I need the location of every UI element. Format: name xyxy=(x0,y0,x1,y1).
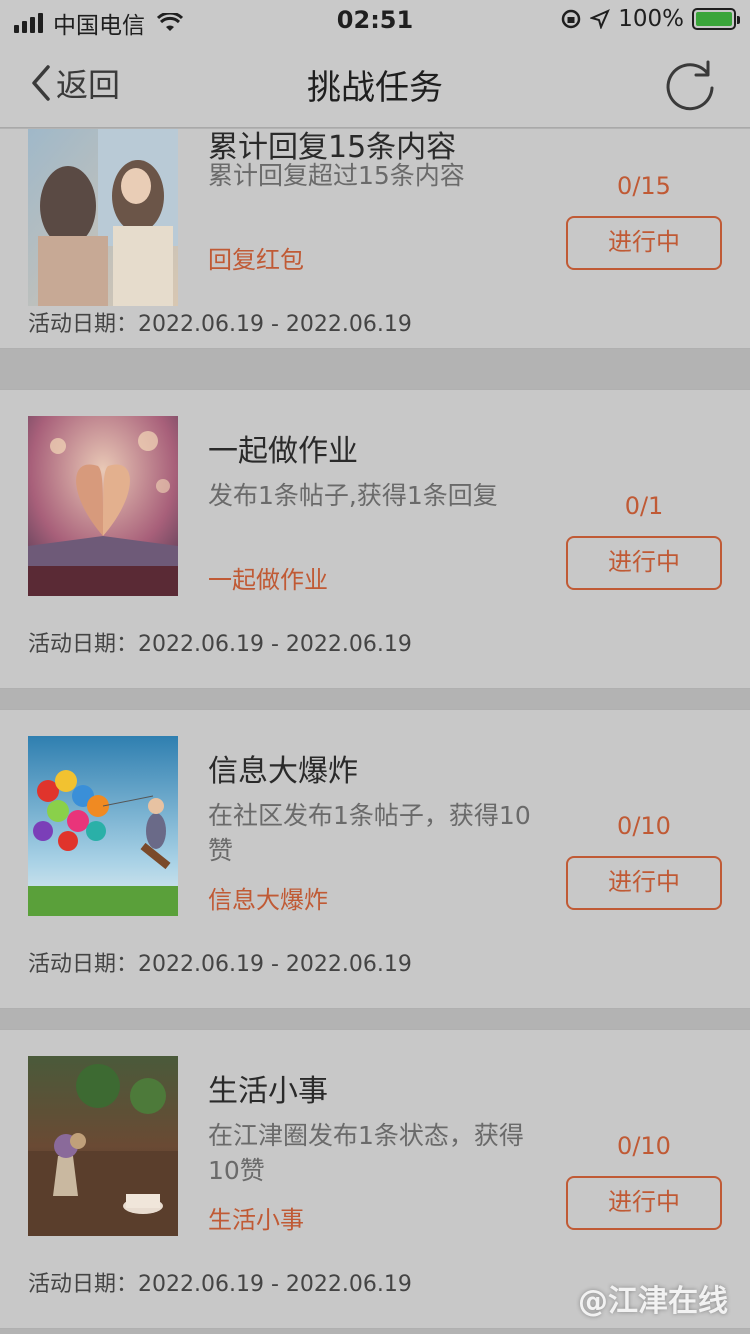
task-image xyxy=(28,416,178,596)
date-label: 活动日期： xyxy=(28,312,139,337)
task-list[interactable]: 累计回复15条内容 累计回复超过15条内容 回复红包 0/15 进行中 活动日期… xyxy=(0,129,750,1334)
date-range: 2022.06.19 - 2022.06.19 xyxy=(138,312,412,337)
rotation-lock-icon xyxy=(561,9,581,29)
location-arrow-icon xyxy=(590,9,611,29)
task-card[interactable]: 信息大爆炸 在社区发布1条帖子，获得10赞 信息大爆炸 0/10 进行中 活动日… xyxy=(0,709,750,1009)
task-image xyxy=(28,736,178,916)
activity-date: 活动日期：2022.06.19 - 2022.06.19 xyxy=(28,306,412,338)
activity-date: 活动日期：2022.06.19 - 2022.06.19 xyxy=(28,626,412,658)
back-button[interactable]: 返回 xyxy=(28,60,120,106)
status-bar: 中国电信 02:51 100% xyxy=(0,0,750,40)
task-image xyxy=(28,129,178,306)
status-button[interactable]: 进行中 xyxy=(566,856,722,910)
date-label: 活动日期： xyxy=(28,632,139,657)
status-button[interactable]: 进行中 xyxy=(566,536,722,590)
task-description: 累计回复超过15条内容 xyxy=(208,161,465,190)
chevron-left-icon xyxy=(32,65,50,101)
nav-bar: 返回 挑战任务 xyxy=(0,40,750,128)
watermark: @江津在线 xyxy=(578,1284,728,1319)
task-card[interactable]: 一起做作业 发布1条帖子,获得1条回复 一起做作业 0/1 进行中 活动日期：2… xyxy=(0,389,750,689)
status-button[interactable]: 进行中 xyxy=(566,1176,722,1230)
reward-label: 回复红包 xyxy=(208,246,304,274)
task-description: 发布1条帖子,获得1条回复 xyxy=(208,481,498,510)
date-range: 2022.06.19 - 2022.06.19 xyxy=(138,632,412,657)
task-progress: 0/10 xyxy=(617,812,671,840)
task-title: 生活小事 xyxy=(208,1074,328,1109)
task-image xyxy=(28,1056,178,1236)
reward-label: 生活小事 xyxy=(208,1206,304,1234)
task-title: 信息大爆炸 xyxy=(208,754,358,789)
activity-date: 活动日期：2022.06.19 - 2022.06.19 xyxy=(28,946,412,978)
status-button[interactable]: 进行中 xyxy=(566,216,722,270)
refresh-icon[interactable] xyxy=(660,54,720,114)
date-range: 2022.06.19 - 2022.06.19 xyxy=(138,952,412,977)
task-description: 在江津圈发布1条状态，获得10赞 xyxy=(208,1121,524,1185)
task-progress: 0/1 xyxy=(624,492,664,520)
back-label: 返回 xyxy=(56,66,121,104)
reward-label: 一起做作业 xyxy=(208,566,328,594)
task-card[interactable]: 累计回复15条内容 累计回复超过15条内容 回复红包 0/15 进行中 活动日期… xyxy=(0,129,750,349)
date-label: 活动日期： xyxy=(28,952,139,977)
task-progress: 0/15 xyxy=(617,172,671,200)
activity-date: 活动日期：2022.06.19 - 2022.06.19 xyxy=(28,1266,412,1298)
battery-percentage: 100% xyxy=(618,6,684,32)
task-description: 在社区发布1条帖子，获得10赞 xyxy=(208,801,531,865)
battery-icon xyxy=(692,8,740,30)
task-title: 一起做作业 xyxy=(208,434,358,469)
date-label: 活动日期： xyxy=(28,1272,139,1297)
reward-label: 信息大爆炸 xyxy=(208,886,328,914)
task-progress: 0/10 xyxy=(617,1132,671,1160)
date-range: 2022.06.19 - 2022.06.19 xyxy=(138,1272,412,1297)
